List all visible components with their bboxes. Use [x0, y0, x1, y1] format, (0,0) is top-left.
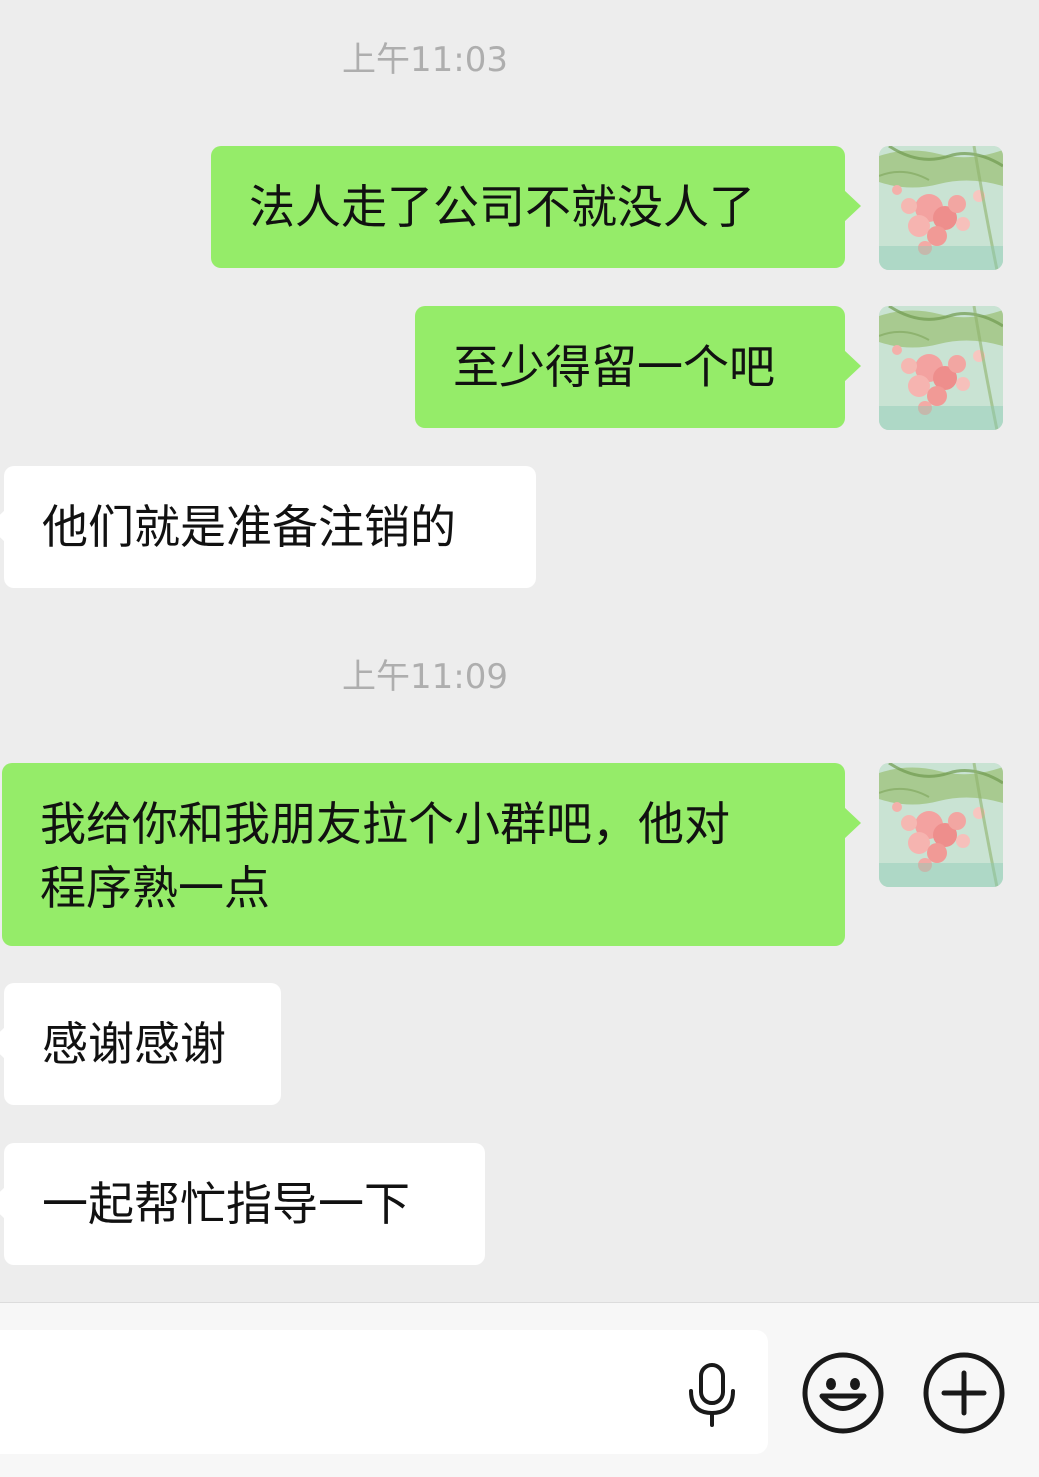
avatar-image: [879, 306, 1003, 430]
message-text: 至少得留一个吧: [453, 340, 775, 394]
emoji-icon: [802, 1352, 884, 1434]
message-text-line: 我给你和我朋友拉个小群吧，他对: [40, 797, 730, 851]
my-avatar[interactable]: [879, 306, 1003, 430]
outgoing-message-bubble[interactable]: 法人走了公司不就没人了: [211, 146, 861, 268]
message-text-line: 程序熟一点: [40, 861, 270, 915]
incoming-message-bubble[interactable]: 一起帮忙指导一下: [0, 1143, 485, 1265]
plus-icon: [923, 1352, 1005, 1434]
message-timestamp: 上午11:09: [342, 657, 508, 697]
emoji-button[interactable]: [801, 1351, 885, 1435]
incoming-message-bubble[interactable]: 他们就是准备注销的: [0, 466, 536, 588]
avatar-image: [879, 763, 1003, 887]
outgoing-message-bubble[interactable]: 我给你和我朋友拉个小群吧，他对 程序熟一点: [2, 763, 861, 946]
chat-input-bar: [0, 1302, 1039, 1477]
message-input[interactable]: [0, 1330, 768, 1454]
outgoing-message-bubble[interactable]: 至少得留一个吧: [415, 306, 861, 428]
chat-message-list[interactable]: 上午11:03 法人走了公司不就没人了 至少得留一个吧 他们就是准备注销的 上午…: [0, 0, 1039, 1302]
my-avatar[interactable]: [879, 763, 1003, 887]
avatar-image: [879, 146, 1003, 270]
my-avatar[interactable]: [879, 146, 1003, 270]
message-text: 感谢感谢: [42, 1017, 226, 1071]
more-actions-button[interactable]: [922, 1351, 1006, 1435]
incoming-message-bubble[interactable]: 感谢感谢: [0, 983, 281, 1105]
message-text: 他们就是准备注销的: [42, 500, 456, 554]
message-text: 一起帮忙指导一下: [42, 1177, 410, 1231]
microphone-icon[interactable]: [682, 1363, 742, 1427]
message-timestamp: 上午11:03: [342, 40, 508, 80]
message-text: 法人走了公司不就没人了: [249, 180, 755, 234]
